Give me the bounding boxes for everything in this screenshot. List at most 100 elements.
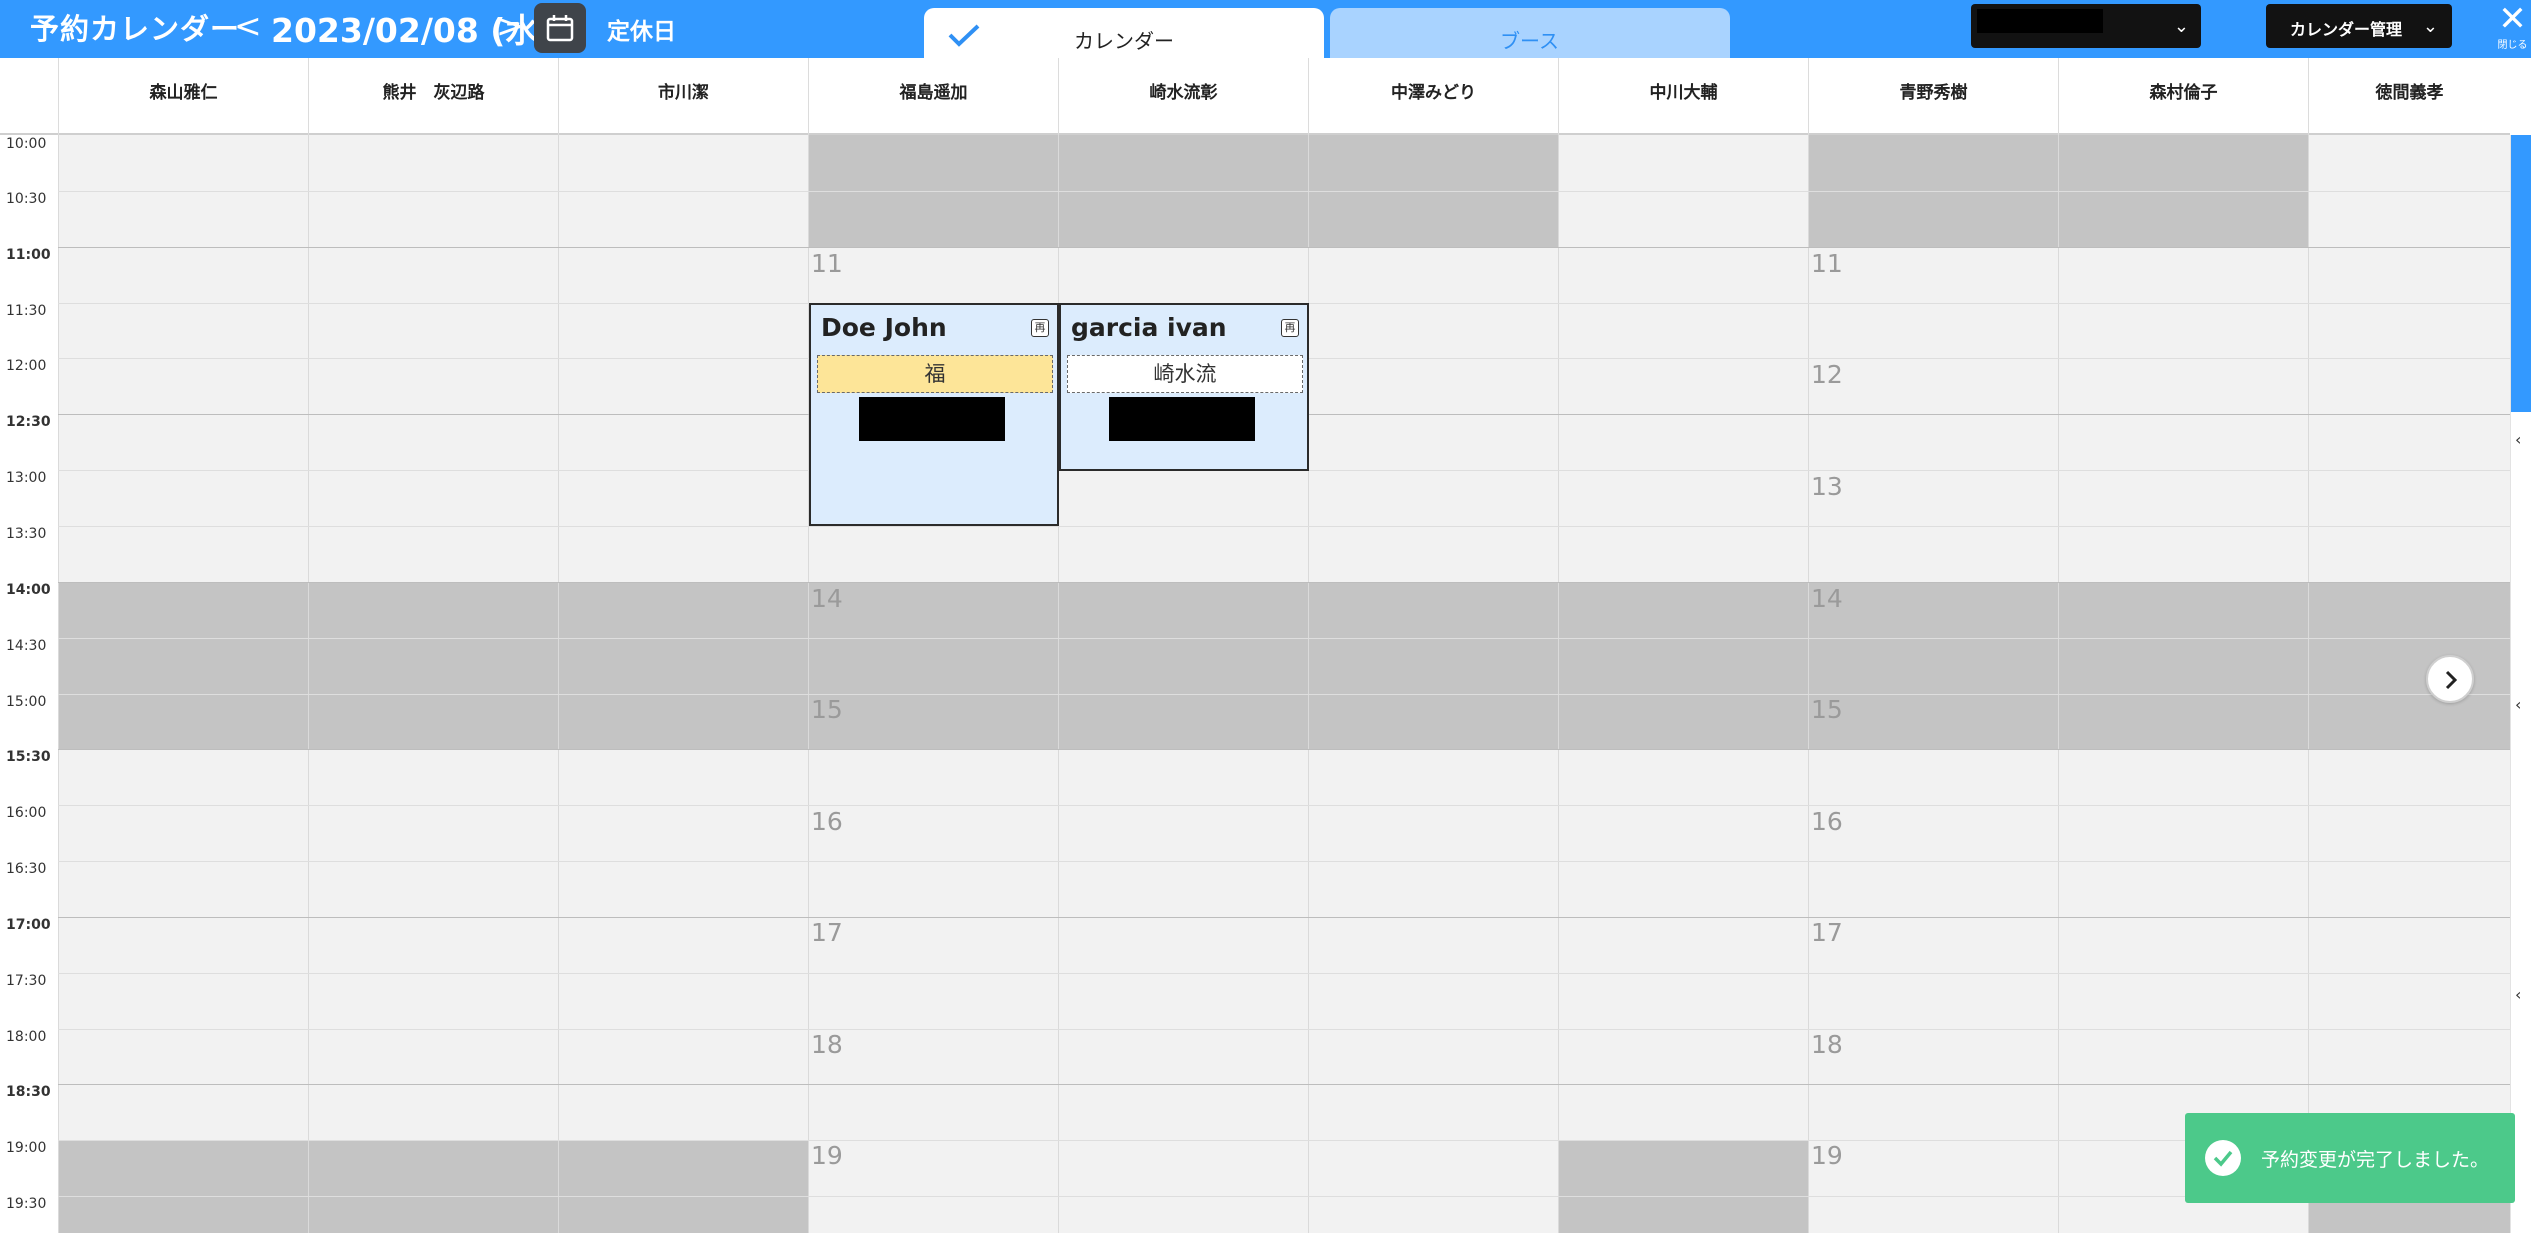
staff-header: 森山雅仁 <box>58 58 308 135</box>
hour-marker: 14 <box>811 584 843 613</box>
hour-marker: 14 <box>1811 584 1843 613</box>
time-label: 15:30 <box>6 749 51 765</box>
tab-calendar-label: カレンダー <box>1074 29 1174 53</box>
time-label: 18:00 <box>6 1029 47 1045</box>
time-label: 18:30 <box>6 1084 51 1100</box>
grid-line <box>58 805 2510 806</box>
staff-header: 福島遥加 <box>808 58 1058 135</box>
unavailable-block <box>1309 582 1558 750</box>
grid-line <box>58 526 2510 527</box>
time-label: 12:00 <box>6 358 47 374</box>
booking-card[interactable]: garcia ivan 再 崎水流 <box>1059 303 1309 471</box>
chevron-left-icon[interactable]: ‹ <box>2515 430 2521 449</box>
store-select[interactable]: ⌄ <box>1971 4 2201 48</box>
check-icon <box>948 24 980 47</box>
time-label: 15:00 <box>6 694 47 710</box>
repeat-icon: 再 <box>1281 319 1299 337</box>
staff-column[interactable] <box>308 135 558 1233</box>
hour-marker: 11 <box>1811 249 1843 278</box>
grid-line <box>58 1140 2510 1141</box>
staff-header: 熊井 灰辺路 <box>308 58 558 135</box>
time-label: 10:00 <box>6 136 47 152</box>
chevron-down-icon: ⌄ <box>2173 16 2189 37</box>
grid-line <box>58 694 2510 695</box>
time-label: 14:30 <box>6 638 47 654</box>
grid-line <box>58 247 2510 248</box>
prev-day-button[interactable]: < <box>234 4 262 48</box>
calendar-manage-dropdown[interactable]: カレンダー管理 ⌄ <box>2266 4 2452 48</box>
repeat-icon: 再 <box>1031 319 1049 337</box>
staff-header: 中川大輔 <box>1558 58 1808 135</box>
unavailable-block <box>2309 582 2510 750</box>
next-day-button[interactable]: > <box>496 4 524 48</box>
staff-column[interactable] <box>2058 135 2308 1233</box>
time-label: 17:30 <box>6 973 47 989</box>
unavailable-block <box>2059 582 2308 750</box>
success-check-icon <box>2205 1140 2241 1176</box>
unavailable-block <box>559 582 808 750</box>
staff-column[interactable] <box>1808 135 2058 1233</box>
unavailable-block <box>1559 1141 1808 1233</box>
time-label: 11:00 <box>6 247 51 263</box>
staff-column[interactable] <box>808 135 1058 1233</box>
grid-line <box>58 1029 2510 1030</box>
staff-header: 徳間義孝 <box>2308 58 2510 135</box>
close-button[interactable]: ✕ 閉じる <box>2494 2 2531 56</box>
staff-header: 青野秀樹 <box>1808 58 2058 135</box>
booking-card[interactable]: Doe John 再 福 <box>809 303 1059 526</box>
unavailable-block <box>309 582 558 750</box>
top-bar: 予約カレンダー < 2023/02/08 (水) > 定休日 カレンダー ブース… <box>0 0 2531 58</box>
hour-marker: 12 <box>1811 360 1843 389</box>
time-axis: 10:00 10:30 11:00 11:30 12:00 12:30 13:0… <box>0 135 58 1233</box>
unavailable-block <box>309 1141 558 1233</box>
grid-line <box>58 973 2510 974</box>
time-label: 16:00 <box>6 805 47 821</box>
hour-marker: 19 <box>1811 1141 1843 1170</box>
hour-marker: 18 <box>1811 1030 1843 1059</box>
hour-marker: 18 <box>811 1030 843 1059</box>
time-label: 17:00 <box>6 917 51 933</box>
redacted-value <box>1977 9 2103 33</box>
holiday-button[interactable]: 定休日 <box>607 12 676 46</box>
staff-column[interactable] <box>2308 135 2510 1233</box>
unavailable-block <box>1059 582 1308 750</box>
staff-column[interactable] <box>1058 135 1308 1233</box>
app-root: 予約カレンダー < 2023/02/08 (水) > 定休日 カレンダー ブース… <box>0 0 2531 1233</box>
right-side-panel[interactable]: ‹ ‹ ‹ <box>2510 135 2531 1233</box>
app-title: 予約カレンダー <box>30 12 241 46</box>
close-icon: ✕ <box>2498 0 2527 39</box>
tab-booth[interactable]: ブース <box>1330 8 1730 58</box>
tab-calendar[interactable]: カレンダー <box>924 8 1324 58</box>
time-label: 19:00 <box>6 1140 47 1156</box>
calendar-icon <box>546 15 574 42</box>
grid-line <box>58 191 2510 192</box>
staff-column[interactable] <box>558 135 808 1233</box>
chevron-left-icon[interactable]: ‹ <box>2515 695 2521 714</box>
staff-header-row: 森山雅仁 熊井 灰辺路 市川潔 福島遥加 崎水流彰 中澤みどり 中川大輔 青野秀… <box>0 58 2510 135</box>
grid-line <box>58 749 2510 750</box>
tab-booth-label: ブース <box>1500 29 1559 53</box>
staff-column[interactable] <box>1558 135 1808 1233</box>
staff-header: 市川潔 <box>558 58 808 135</box>
time-label: 14:00 <box>6 582 51 598</box>
staff-column[interactable] <box>58 135 308 1233</box>
unavailable-block <box>59 582 308 750</box>
close-label: 閉じる <box>2497 40 2528 51</box>
hour-marker: 15 <box>811 695 843 724</box>
redacted-info <box>859 397 1005 441</box>
hour-marker: 11 <box>811 249 843 278</box>
calendar-picker-button[interactable] <box>534 3 586 53</box>
chevron-right-icon <box>2445 670 2458 690</box>
toast-message: 予約変更が完了しました。 <box>2261 1149 2490 1171</box>
schedule-grid[interactable]: 11 14 15 16 17 18 19 11 12 13 14 15 16 1… <box>58 135 2510 1233</box>
unavailable-block <box>809 582 1058 750</box>
staff-column[interactable] <box>1308 135 1558 1233</box>
hour-marker: 15 <box>1811 695 1843 724</box>
scroll-right-button[interactable] <box>2426 655 2474 703</box>
grid-line <box>58 861 2510 862</box>
grid-line <box>58 582 2510 583</box>
success-toast: 予約変更が完了しました。 <box>2185 1113 2515 1203</box>
chevron-left-icon[interactable]: ‹ <box>2515 985 2521 1004</box>
time-label: 11:30 <box>6 303 47 319</box>
time-label: 12:30 <box>6 414 51 430</box>
